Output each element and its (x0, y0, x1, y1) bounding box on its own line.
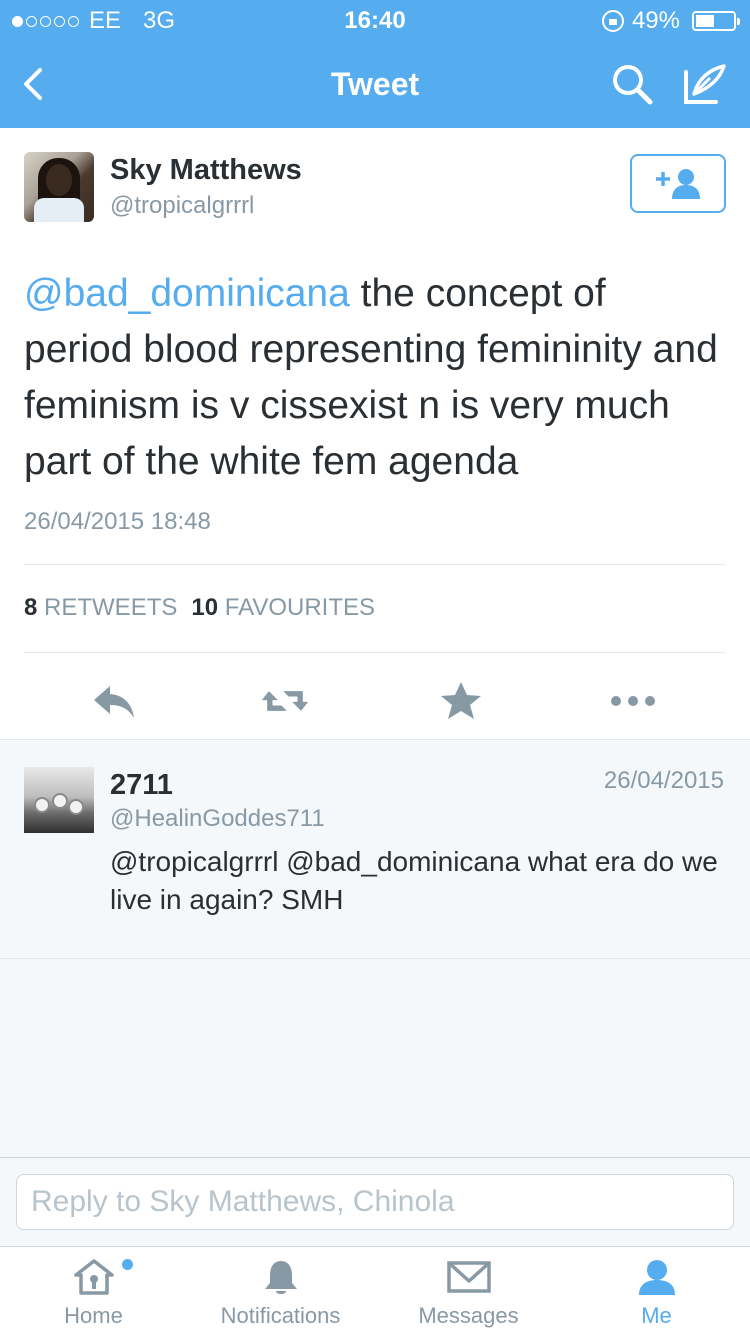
home-icon (73, 1259, 114, 1295)
tweet-detail: Sky Matthews @tropicalgrrrl @bad_dominic… (0, 128, 750, 740)
retweets-count: 8 (24, 594, 38, 621)
status-bar: EE 3G 16:40 49% (0, 0, 750, 40)
tab-home[interactable]: Home (0, 1247, 187, 1334)
tab-messages[interactable]: Messages (375, 1247, 562, 1334)
tab-label: Me (641, 1303, 672, 1328)
user-name[interactable]: Sky Matthews (110, 154, 302, 187)
tab-me[interactable]: Me (563, 1247, 750, 1334)
tab-notifications[interactable]: Notifications (187, 1247, 374, 1334)
divider (24, 564, 725, 565)
person-icon (638, 1260, 675, 1295)
favourites-count: 10 (191, 594, 219, 621)
divider (24, 652, 725, 653)
tab-label: Messages (418, 1303, 519, 1328)
follow-button[interactable] (630, 154, 726, 213)
battery-percent: 49% (631, 7, 680, 34)
bell-icon (264, 1261, 297, 1294)
retweets-label: RETWEETS (44, 594, 178, 621)
user-handle[interactable]: @tropicalgrrrl (110, 192, 254, 220)
tab-label: Notifications (220, 1303, 341, 1328)
mention-link[interactable]: @bad_dominicana (24, 272, 350, 315)
rotation-lock-icon (601, 10, 624, 32)
favourites-label: FAVOURITES (224, 594, 375, 621)
avatar[interactable] (24, 767, 94, 833)
tweet-actions (0, 668, 750, 728)
reply-user-handle[interactable]: @HealinGoddes711 (110, 805, 325, 833)
avatar[interactable] (24, 152, 94, 222)
reply-icon[interactable] (88, 676, 138, 726)
favourite-star-icon[interactable] (436, 676, 486, 726)
envelope-icon (446, 1261, 491, 1293)
reply-input[interactable] (16, 1174, 734, 1230)
reply-text: @tropicalgrrrl @bad_dominicana what era … (110, 846, 718, 915)
tweet-text: @bad_dominicana the concept of period bl… (24, 266, 724, 490)
status-bar-right: 49% (601, 7, 740, 35)
more-options-icon[interactable] (608, 676, 658, 726)
search-icon[interactable] (610, 62, 654, 106)
favourites-stat[interactable]: 10 FAVOURITES (191, 594, 375, 621)
reply-timestamp: 26/04/2015 (603, 767, 724, 794)
tab-bar: Home Notifications Messages Me (0, 1246, 750, 1334)
tab-label: Home (64, 1303, 123, 1328)
reply-tweet[interactable]: 2711 @HealinGoddes711 26/04/2015 @tropic… (0, 741, 750, 959)
home-new-content-dot (122, 1259, 133, 1270)
reply-user-name[interactable]: 2711 (110, 769, 173, 802)
tweet-stats: 8 RETWEETS 10 FAVOURITES (24, 594, 375, 622)
retweet-icon[interactable] (260, 676, 310, 726)
compose-tweet-icon[interactable] (680, 60, 728, 108)
battery-icon (692, 11, 740, 31)
nav-bar: Tweet (0, 40, 750, 128)
retweets-stat[interactable]: 8 RETWEETS (24, 594, 177, 621)
reply-composer (0, 1157, 750, 1246)
tweet-timestamp: 26/04/2015 18:48 (24, 508, 211, 535)
add-user-icon (656, 168, 700, 199)
